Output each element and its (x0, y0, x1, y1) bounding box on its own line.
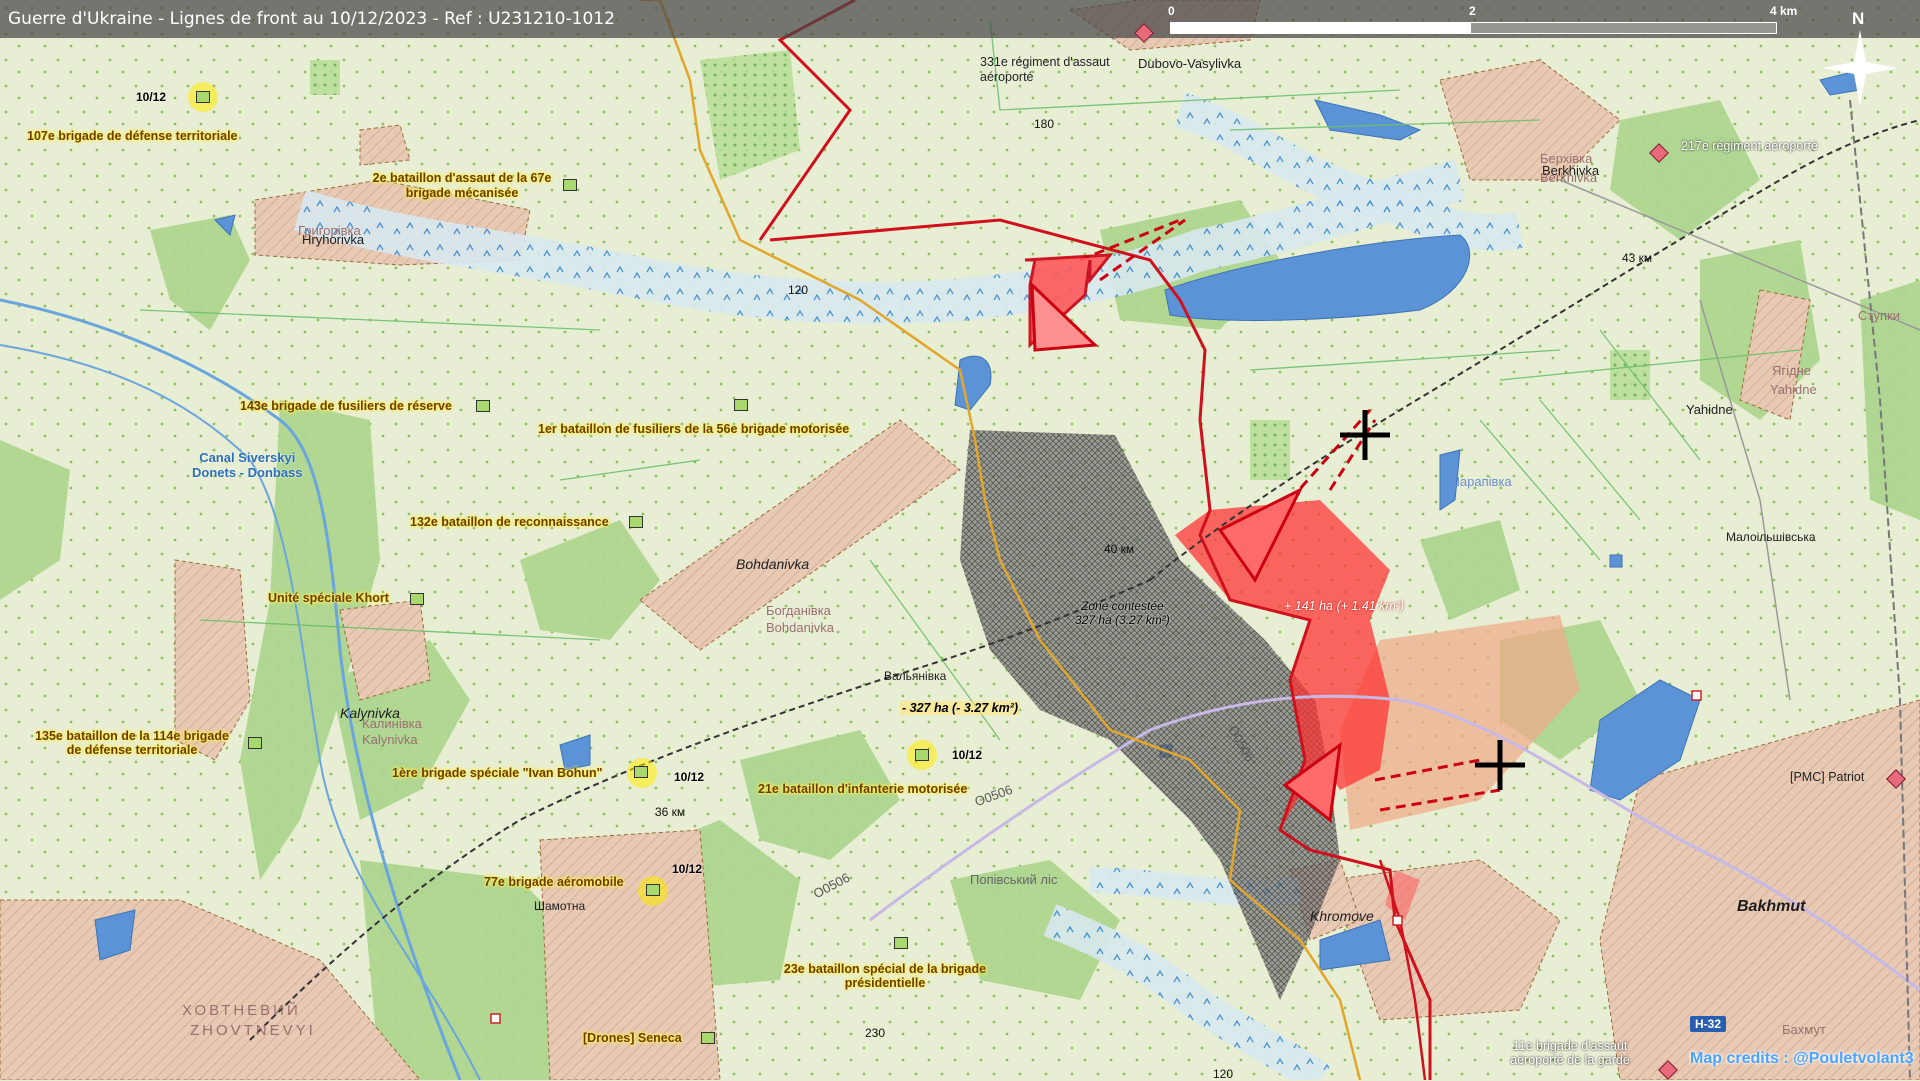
unit-symbol-icon (915, 749, 929, 761)
unit-label-enemy: aéroporté de la garde (1510, 1053, 1630, 1067)
place-name: Вальянівка (884, 669, 947, 683)
km-marker: 40 км (1104, 542, 1135, 556)
elevation-label: 120 (1213, 1067, 1234, 1081)
unit-label: de défense territoriale (66, 743, 198, 757)
unit-symbol-icon (196, 91, 210, 103)
unit-symbol-icon (634, 766, 648, 778)
unit-label: 1er bataillon de fusiliers de la 56e bri… (538, 422, 850, 436)
unit-symbol-icon (476, 400, 490, 412)
date-label: 10/12 (674, 770, 705, 784)
unit-label: 77e brigade aéromobile (484, 875, 624, 889)
elevation-label: 230 (865, 1026, 886, 1040)
unit-label-enemy: 11e brigade d'assaut (1512, 1039, 1628, 1053)
unit-label: Unité spéciale Khort (268, 591, 389, 605)
unit-symbol-icon (248, 737, 262, 749)
place-name: Попівський ліс (970, 872, 1058, 887)
compass-rose-icon (1822, 30, 1898, 106)
place-name: Григорівка (298, 223, 361, 238)
place-name: Шамотна (534, 899, 586, 913)
place-name: Bohdanivka (766, 620, 834, 635)
scale-label-4km: 4 km (1770, 4, 1798, 18)
place-name: Шарапівка (1448, 474, 1512, 489)
map-credits: Map credits : @Pouletvolant3 (1690, 1050, 1914, 1067)
place-name: Ступки (1858, 308, 1900, 323)
unit-label-enemy: [PMC] Patriot (1790, 770, 1865, 784)
unit-label: 143e brigade de fusiliers de réserve (240, 399, 452, 413)
north-label: N (1852, 9, 1865, 28)
unit-symbol-icon (894, 937, 908, 949)
place-name: Berkhivka (1540, 170, 1598, 185)
place-name: Yahidne (1770, 382, 1817, 397)
unit-label: 21e bataillon d'infanterie motorisée (758, 782, 968, 796)
place-name: Берхівка (1540, 151, 1593, 166)
place-name: ZHOVTNEVYI (190, 1022, 316, 1039)
gain-label: + 141 ha (+ 1.41 km²) (1284, 599, 1405, 613)
date-label: 10/12 (952, 748, 983, 762)
elevation-label: 180 (1034, 117, 1055, 131)
scale-label-2: 2 (1469, 4, 1476, 18)
place-name: Ягідне (1772, 363, 1812, 378)
unit-label-enemy: 217e régiment aéroporté (1681, 139, 1818, 153)
unit-symbol-icon (734, 399, 748, 411)
place-name: Dubovo-Vasylivka (1138, 56, 1242, 71)
unit-label: 1ère brigade spéciale "Ivan Bohun" (392, 766, 603, 780)
date-label: 10/12 (672, 862, 703, 876)
place-name: Kalynivka (362, 732, 418, 747)
place-name: Бахмут (1782, 1022, 1826, 1037)
unit-label: présidentielle (844, 976, 926, 990)
scale-label-0: 0 (1168, 4, 1175, 18)
place-name: Bakhmut (1737, 898, 1806, 915)
canal-label: Canal Siverskyi Donets - Donbass (192, 450, 303, 480)
unit-symbol-icon (629, 516, 643, 528)
unit-label: 2e bataillon d'assaut de la 67e (372, 171, 552, 185)
date-label: 10/12 (136, 90, 167, 104)
contested-zone-label: Zone contestée 327 ha (3.27 km²) (1075, 599, 1170, 627)
unit-label: [Drones] Seneca (583, 1031, 682, 1045)
map-canvas (0, 0, 1920, 1080)
km-marker: 36 км (655, 805, 686, 819)
unit-label-enemy: aéroporté (980, 70, 1034, 84)
place-name: ХОВТНЕВИЙ (182, 1002, 301, 1019)
road-sign: H-32 (1690, 1016, 1727, 1032)
place-name: Калинівка (362, 716, 422, 731)
elevation-label: 120 (788, 283, 809, 297)
place-name: Yahidne (1686, 402, 1733, 417)
km-marker: 43 км (1622, 251, 1653, 265)
loss-label: - 327 ha (- 3.27 km²) (900, 701, 1021, 715)
place-name: Богданівка (766, 603, 831, 618)
unit-label: 23e bataillon spécial de la brigade (783, 962, 987, 976)
unit-label: 107e brigade de défense territoriale (27, 129, 238, 143)
unit-label: 135e bataillon de la 114e brigade (35, 729, 229, 743)
unit-label: brigade mécanisée (405, 186, 519, 200)
unit-label: 132e bataillon de reconnaissance (410, 515, 609, 529)
unit-symbol-icon (563, 179, 577, 191)
scale-bar (1170, 22, 1777, 34)
unit-label-enemy: 331e régiment d'assaut (980, 55, 1110, 69)
place-name: Khromove (1310, 908, 1374, 924)
place-name: Bohdanivka (736, 556, 810, 572)
unit-symbol-icon (646, 884, 660, 896)
place-name: Малоільшівська (1726, 530, 1816, 544)
map-title: Guerre d'Ukraine - Lignes de front au 10… (8, 9, 615, 29)
unit-symbol-icon (701, 1032, 715, 1044)
unit-symbol-icon (410, 593, 424, 605)
